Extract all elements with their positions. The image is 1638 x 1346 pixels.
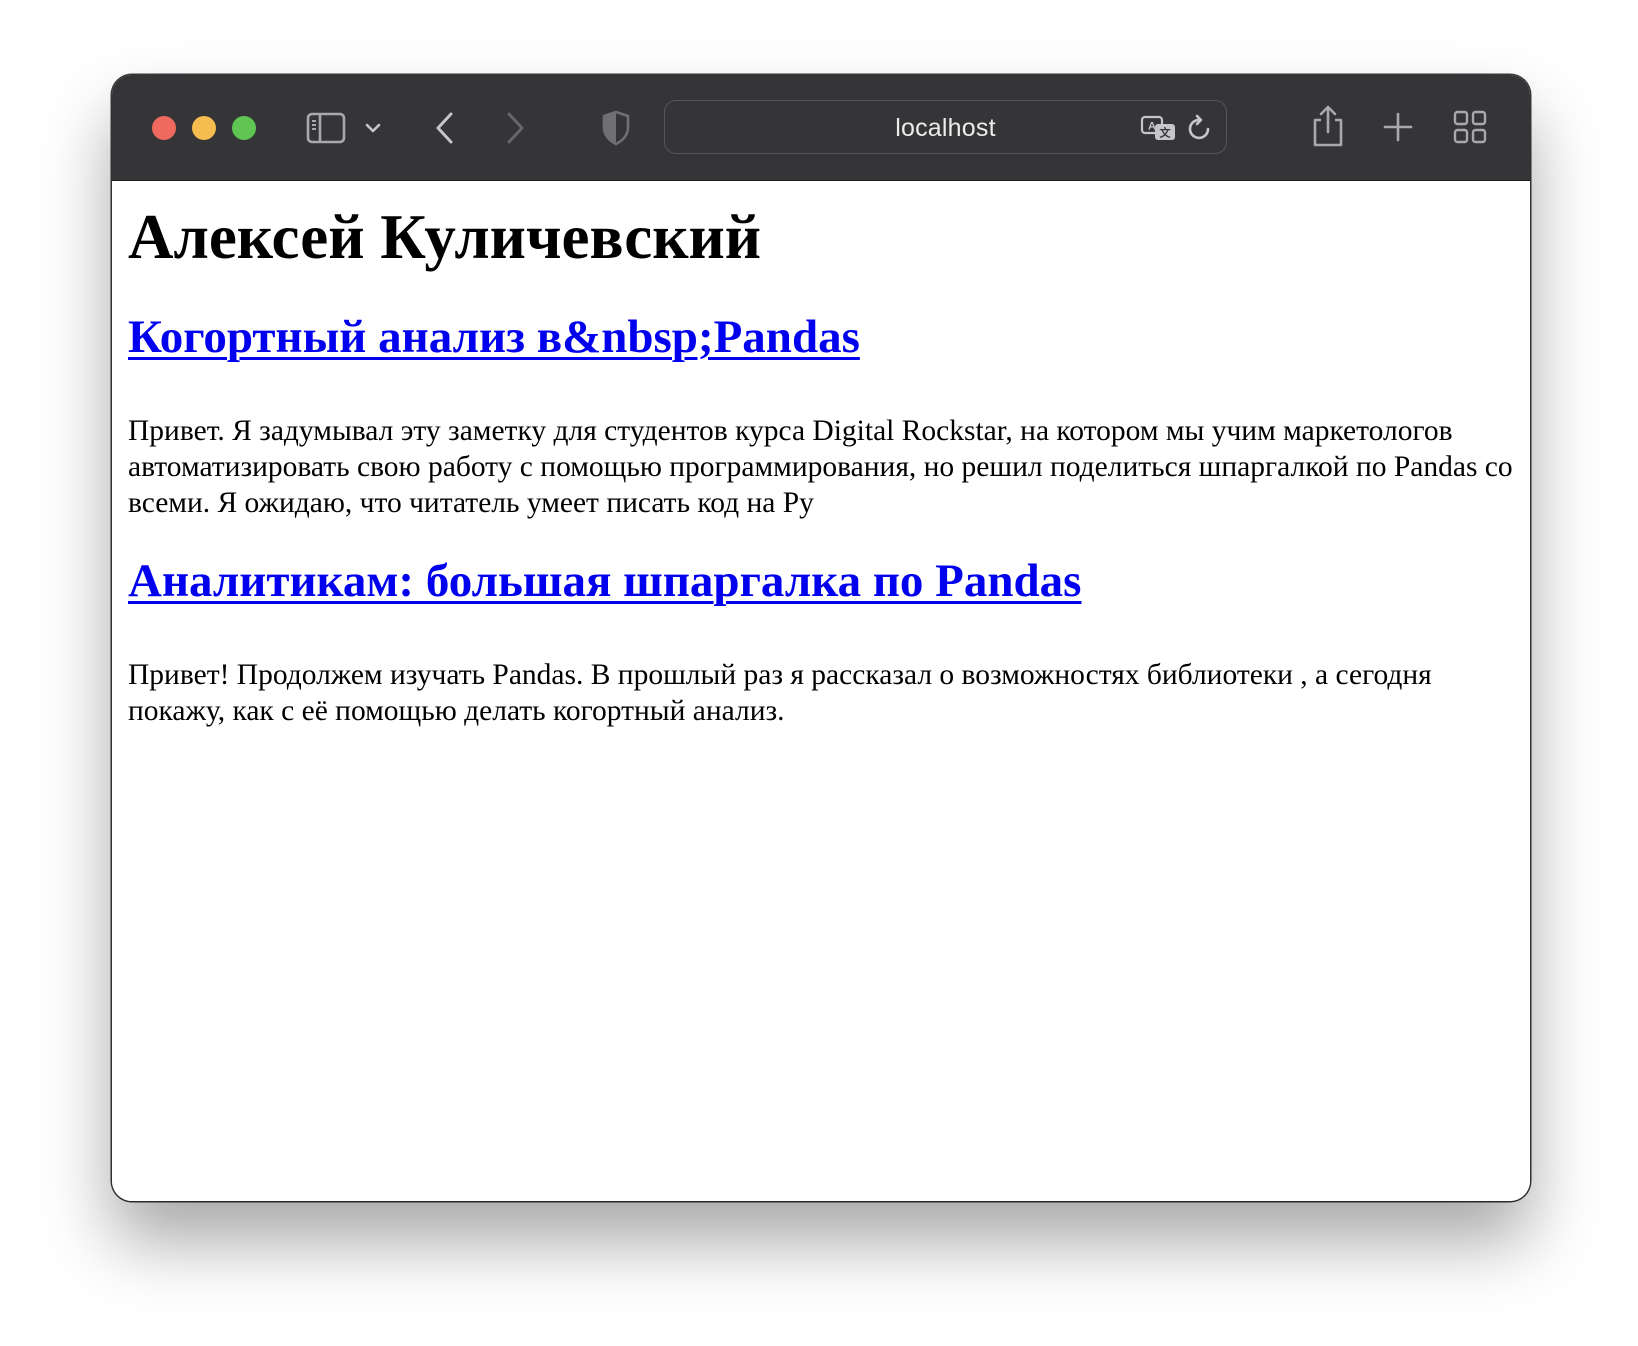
post-link[interactable]: Когортный анализ в&nbsp;Pandas [128, 311, 860, 363]
plus-icon[interactable] [1380, 107, 1416, 147]
post-title: Аналитикам: большая шпаргалка по Pandas [128, 553, 1081, 609]
browser-toolbar: localhost A 文 [112, 75, 1530, 181]
back-arrow-icon[interactable] [430, 109, 460, 147]
svg-text:A: A [1148, 121, 1156, 133]
translate-icon[interactable]: A 文 [1139, 113, 1179, 143]
forward-arrow-icon[interactable] [500, 109, 530, 147]
chevron-down-icon[interactable] [362, 115, 384, 141]
post-excerpt: Привет! Продолжем изучать Pandas. В прош… [128, 659, 1432, 727]
browser-window: localhost A 文 Алексей Куличевский Когорт… [112, 75, 1530, 1201]
close-window-button[interactable] [152, 116, 176, 140]
share-icon[interactable] [1310, 103, 1346, 149]
svg-text:文: 文 [1160, 126, 1172, 140]
tab-grid-icon[interactable] [1450, 107, 1490, 147]
sidebar-icon[interactable] [305, 108, 347, 148]
page-content: Алексей Куличевский Когортный анализ в&n… [112, 181, 1530, 1201]
screenshot-background: localhost A 文 Алексей Куличевский Когорт… [0, 0, 1638, 1346]
address-bar[interactable]: localhost A 文 [664, 100, 1227, 154]
reload-icon[interactable] [1185, 113, 1215, 143]
post-link[interactable]: Аналитикам: большая шпаргалка по Pandas [128, 555, 1081, 607]
zoom-window-button[interactable] [232, 116, 256, 140]
privacy-shield-icon[interactable] [598, 108, 634, 148]
minimize-window-button[interactable] [192, 116, 216, 140]
page-title: Алексей Куличевский [128, 202, 762, 272]
post-title: Когортный анализ в&nbsp;Pandas [128, 309, 860, 365]
post-excerpt: Привет. Я задумывал эту заметку для студ… [128, 415, 1513, 519]
